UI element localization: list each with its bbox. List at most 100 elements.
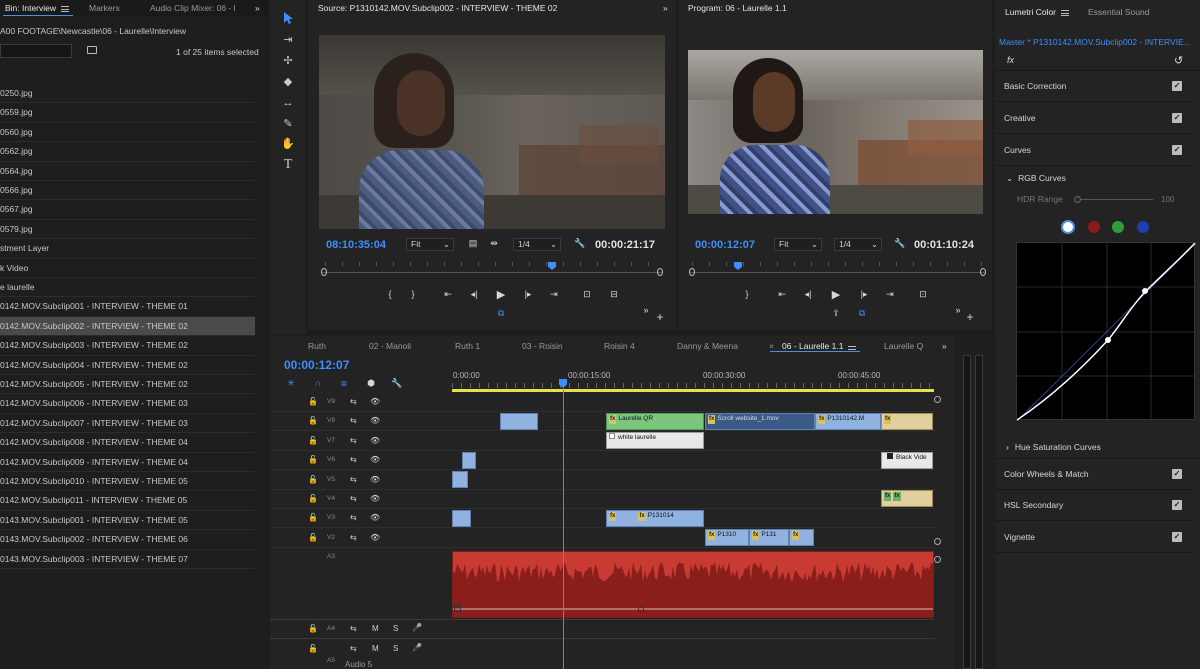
- sequence-tab[interactable]: 02 - Manoli: [369, 338, 411, 354]
- insert-clip-icon[interactable]: ⊡: [579, 289, 595, 300]
- step-forward-icon[interactable]: |▸: [520, 289, 536, 300]
- voiceover-mic-icon[interactable]: 🎤: [412, 623, 422, 632]
- eye-icon[interactable]: 👁: [370, 436, 380, 445]
- play-icon[interactable]: ▶: [828, 288, 844, 301]
- panel-menu-icon[interactable]: [1061, 9, 1070, 16]
- clip-v8-end[interactable]: fx: [881, 413, 933, 430]
- lock-icon[interactable]: 🔓: [308, 475, 318, 484]
- track-label[interactable]: V9: [323, 398, 339, 405]
- color-wheels-checkbox[interactable]: ✓: [1172, 469, 1182, 479]
- program-scrubber[interactable]: [690, 272, 985, 273]
- type-tool-icon[interactable]: T: [278, 156, 298, 174]
- tab-lumetri-color[interactable]: Lumetri Color: [1005, 4, 1070, 20]
- clip-p1310142-v8[interactable]: fx P1310142.M: [815, 413, 881, 430]
- track-select-tool-icon[interactable]: ⇥: [278, 31, 298, 49]
- bin-item[interactable]: 0142.MOV.Subclip006 - INTERVIEW - THEME …: [0, 394, 255, 414]
- eye-icon[interactable]: 👁: [370, 494, 380, 503]
- bin-item[interactable]: 0142.MOV.Subclip004 - INTERVIEW - THEME …: [0, 356, 255, 375]
- razor-tool-icon[interactable]: ◆: [278, 73, 298, 91]
- mute-button[interactable]: M: [372, 624, 379, 633]
- solo-button[interactable]: S: [393, 644, 398, 653]
- fx-icon[interactable]: fx: [1007, 55, 1014, 65]
- sync-lock-icon[interactable]: ⇆: [350, 624, 357, 633]
- track-label[interactable]: V2: [323, 534, 339, 541]
- lock-icon[interactable]: 🔓: [308, 624, 318, 633]
- step-back-icon[interactable]: ◂|: [800, 289, 816, 300]
- lock-icon[interactable]: 🔓: [308, 436, 318, 445]
- bin-item[interactable]: k Video: [0, 259, 255, 278]
- channel-red-button[interactable]: [1088, 221, 1100, 233]
- export-frame-icon[interactable]: ⇪: [828, 308, 844, 319]
- lock-icon[interactable]: 🔓: [308, 416, 318, 425]
- eye-icon[interactable]: 👁: [370, 397, 380, 406]
- voiceover-mic-icon[interactable]: 🎤: [412, 643, 422, 652]
- slip-tool-icon[interactable]: ↔: [278, 94, 298, 112]
- clip-scroll-website[interactable]: fx Scroll website_1.mov: [705, 413, 815, 430]
- rgb-curves-header[interactable]: ⌄ RGB Curves: [1006, 173, 1066, 184]
- clip-white-laurelle[interactable]: white laurelle: [606, 432, 704, 449]
- bin-item[interactable]: 0142.MOV.Subclip011 - INTERVIEW - THEME …: [0, 491, 255, 511]
- hue-sat-curves-header[interactable]: › Hue Saturation Curves: [1006, 442, 1101, 452]
- timeline-timecode[interactable]: 00:00:12:07: [284, 358, 349, 372]
- go-to-out-icon[interactable]: ⇥: [546, 289, 562, 300]
- bin-item[interactable]: 0143.MOV.Subclip002 - INTERVIEW - THEME …: [0, 530, 255, 550]
- nest-sequence-icon[interactable]: ✳: [283, 378, 299, 389]
- eye-icon[interactable]: 👁: [370, 533, 380, 542]
- program-fit-dropdown[interactable]: Fit ⌄: [774, 238, 822, 251]
- tab-bin-interview[interactable]: Bin: Interview: [5, 0, 70, 16]
- pen-tool-icon[interactable]: ✎: [278, 115, 298, 133]
- sync-lock-icon[interactable]: ⇆: [350, 533, 357, 542]
- clip-v3-a[interactable]: [452, 510, 471, 527]
- section-basic-correction[interactable]: Basic Correction ✓: [996, 71, 1194, 102]
- eye-icon[interactable]: 👁: [370, 475, 380, 484]
- lock-icon[interactable]: 🔓: [308, 455, 318, 464]
- go-to-in-icon[interactable]: ⇤: [774, 289, 790, 300]
- bin-item[interactable]: 0579.jpg: [0, 220, 255, 240]
- lift-icon[interactable]: ⊡: [915, 289, 931, 300]
- comparison-view-icon[interactable]: ⧉: [854, 308, 870, 319]
- track-label[interactable]: V3: [323, 514, 339, 521]
- eye-icon[interactable]: 👁: [370, 455, 380, 464]
- eye-icon[interactable]: 👁: [370, 513, 380, 522]
- work-area-bar[interactable]: [452, 389, 934, 392]
- hsl-secondary-checkbox[interactable]: ✓: [1172, 500, 1182, 510]
- lumetri-master-clip[interactable]: Master * P1310142.MOV.Subclip002 - INTER…: [999, 37, 1195, 47]
- bin-item[interactable]: 0562.jpg: [0, 142, 255, 162]
- bin-item[interactable]: 0564.jpg: [0, 162, 255, 181]
- safe-margins-icon[interactable]: ▤: [465, 238, 481, 249]
- reset-icon[interactable]: ↺: [1174, 54, 1183, 67]
- add-button-icon[interactable]: +: [962, 310, 978, 324]
- sequence-tab[interactable]: Ruth: [308, 338, 326, 354]
- ripple-edit-tool-icon[interactable]: ✢: [278, 52, 298, 70]
- sequence-tab[interactable]: Ruth 1: [455, 338, 480, 354]
- bin-item[interactable]: 0143.MOV.Subclip001 - INTERVIEW - THEME …: [0, 511, 255, 531]
- curve-graph[interactable]: [1016, 242, 1197, 422]
- settings-wrench-icon[interactable]: 🔧: [892, 238, 908, 249]
- timeline-settings-icon[interactable]: 🔧: [389, 378, 405, 389]
- go-to-in-icon[interactable]: ⇤: [440, 289, 456, 300]
- sync-lock-icon[interactable]: ⇆: [350, 397, 357, 406]
- mute-button[interactable]: M: [372, 644, 379, 653]
- zoom-handle-mid[interactable]: [934, 538, 941, 545]
- clip-p131014-v3[interactable]: fx fx P131014: [606, 510, 704, 527]
- lock-icon[interactable]: 🔓: [308, 397, 318, 406]
- search-input[interactable]: [0, 44, 72, 58]
- clip-v4-end[interactable]: fx fx: [881, 490, 933, 507]
- sequence-tab[interactable]: Roisin 4: [604, 338, 635, 354]
- bin-item[interactable]: 0142.MOV.Subclip001 - INTERVIEW - THEME …: [0, 297, 255, 317]
- play-icon[interactable]: ▶: [493, 288, 509, 301]
- insert-icon[interactable]: ⇹: [486, 238, 502, 249]
- track-label[interactable]: V6: [323, 456, 339, 463]
- go-to-out-icon[interactable]: ⇥: [882, 289, 898, 300]
- bin-item[interactable]: 0250.jpg: [0, 84, 255, 104]
- section-hsl-secondary[interactable]: HSL Secondary ✓: [996, 490, 1194, 521]
- channel-luma-button[interactable]: [1061, 220, 1075, 234]
- bin-item[interactable]: stment Layer: [0, 239, 255, 259]
- solo-button[interactable]: S: [393, 624, 398, 633]
- new-search-bin-icon[interactable]: [87, 46, 97, 54]
- lock-icon[interactable]: 🔓: [308, 533, 318, 542]
- tab-markers[interactable]: Markers: [89, 0, 120, 16]
- selection-tool-icon[interactable]: [278, 11, 298, 29]
- program-timecode[interactable]: 00:00:12:07: [695, 239, 755, 251]
- sync-lock-icon[interactable]: ⇆: [350, 455, 357, 464]
